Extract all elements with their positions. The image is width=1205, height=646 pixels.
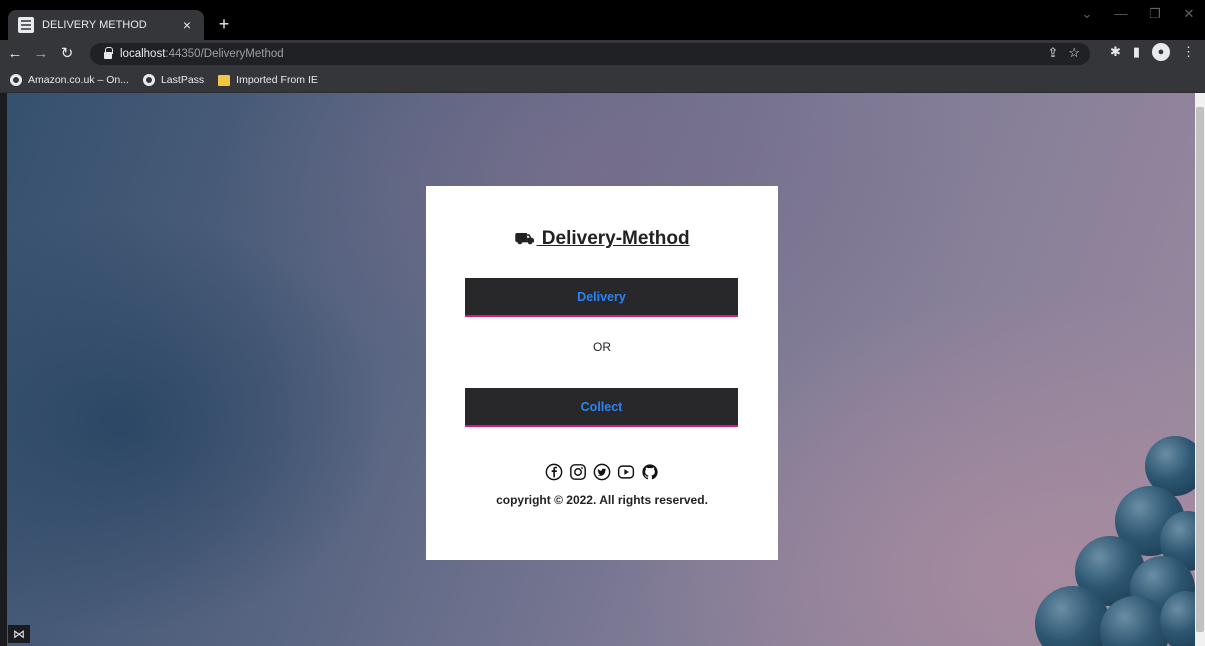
browser-toolbar: ← → ↻ localhost:44350/DeliveryMethod ⇪ ☆… (0, 40, 1205, 68)
bookmark-folder-imported[interactable]: Imported From IE (218, 74, 318, 86)
social-links (426, 463, 778, 481)
profile-avatar-icon[interactable]: ● (1152, 43, 1170, 61)
window-edge (0, 93, 7, 646)
page-viewport: ⛟ Delivery-Method Delivery OR Collect co… (0, 93, 1205, 646)
lock-icon[interactable] (104, 47, 113, 59)
visual-studio-icon[interactable]: ⋈ (8, 625, 30, 643)
side-panel-icon[interactable]: ▮ (1133, 44, 1140, 60)
tab-search-icon[interactable]: ⌄ (1077, 6, 1097, 22)
delivery-method-card: ⛟ Delivery-Method Delivery OR Collect co… (426, 186, 778, 560)
url-host: localhost (120, 48, 166, 60)
window-controls: ⌄ — ❐ ✕ (1077, 6, 1199, 22)
copyright-text: copyright © 2022. All rights reserved. (496, 493, 708, 507)
or-separator: OR (593, 340, 611, 354)
folder-icon (218, 74, 231, 86)
bookmark-label: LastPass (160, 74, 205, 86)
address-bar[interactable]: localhost:44350/DeliveryMethod ⇪ ☆ (90, 43, 1090, 65)
forward-icon[interactable]: → (30, 43, 52, 65)
facebook-icon[interactable] (545, 463, 563, 481)
toolbar-actions: ✱ ▮ ● ⋮ (1110, 43, 1195, 61)
bookmark-lastpass[interactable]: LastPass (142, 74, 205, 86)
instagram-icon[interactable] (569, 463, 587, 481)
truck-icon: ⛟ (514, 231, 535, 248)
url-path: :44350/DeliveryMethod (165, 48, 284, 60)
extensions-icon[interactable]: ✱ (1110, 44, 1121, 60)
browser-titlebar: DELIVERY METHOD × + ⌄ — ❐ ✕ (0, 0, 1205, 40)
delivery-button[interactable]: Delivery (465, 278, 738, 317)
minimize-icon[interactable]: — (1111, 6, 1131, 22)
bookmark-label: Imported From IE (236, 74, 318, 86)
browser-tab[interactable]: DELIVERY METHOD × (8, 10, 204, 40)
page-title: ⛟ Delivery-Method (426, 228, 778, 250)
bookmark-amazon[interactable]: Amazon.co.uk – On... (10, 74, 129, 86)
twitter-icon[interactable] (593, 463, 611, 481)
tab-title: DELIVERY METHOD (42, 19, 147, 31)
scrollbar-thumb[interactable] (1196, 107, 1204, 632)
reload-icon[interactable]: ↻ (56, 43, 78, 65)
globe-icon (142, 74, 155, 86)
youtube-icon[interactable] (617, 463, 635, 481)
bookmark-star-icon[interactable]: ☆ (1068, 45, 1080, 61)
omnibox-actions: ⇪ ☆ (1047, 45, 1080, 61)
bookmarks-bar: Amazon.co.uk – On... LastPass Imported F… (0, 68, 1205, 93)
close-window-icon[interactable]: ✕ (1179, 6, 1199, 22)
close-tab-icon[interactable]: × (178, 17, 196, 33)
page-icon (18, 17, 34, 33)
menu-icon[interactable]: ⋮ (1182, 44, 1195, 60)
share-icon[interactable]: ⇪ (1047, 45, 1058, 61)
collect-button[interactable]: Collect (465, 388, 738, 427)
new-tab-button[interactable]: + (212, 12, 236, 36)
page-title-text: Delivery-Method (536, 228, 690, 249)
restore-icon[interactable]: ❐ (1145, 6, 1165, 22)
globe-icon (10, 74, 22, 86)
url-text: localhost:44350/DeliveryMethod (120, 48, 284, 60)
back-icon[interactable]: ← (4, 43, 26, 65)
page-scrollbar[interactable] (1195, 93, 1205, 646)
bookmark-label: Amazon.co.uk – On... (28, 74, 129, 86)
github-icon[interactable] (641, 463, 659, 481)
decorative-spheres (1015, 416, 1205, 646)
